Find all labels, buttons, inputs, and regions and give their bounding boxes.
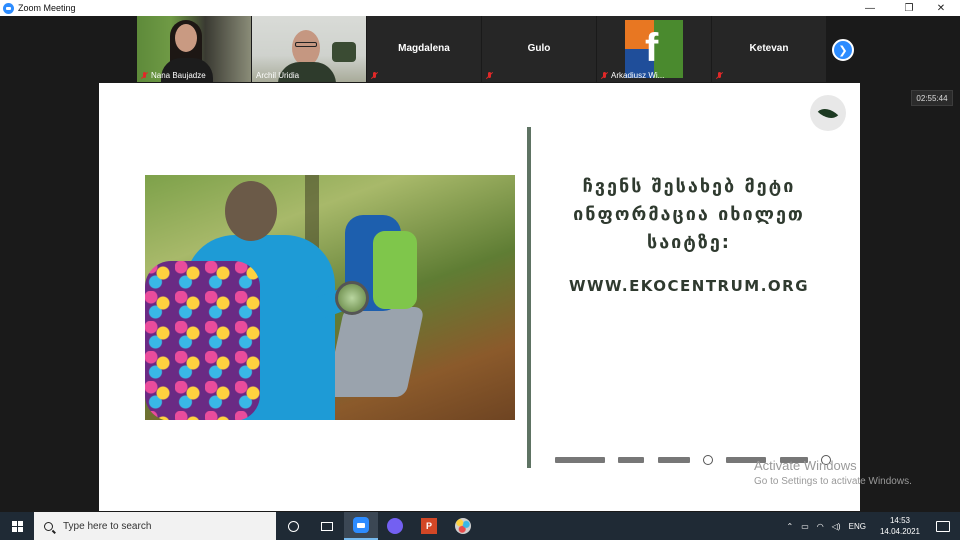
participant-name-row: Archil Uridia [256,71,299,80]
participant-name: Arkadiusz Wi... [611,71,665,80]
close-button[interactable]: ✕ [926,0,956,16]
mic-muted-icon [601,71,608,80]
leaf-badge [810,95,846,131]
wifi-icon[interactable]: ◠ [813,522,828,531]
video-face [292,30,320,66]
zoom-icon [353,517,369,533]
watermark-line-2: Go to Settings to activate Windows. [754,476,912,487]
participant-tile[interactable]: f Arkadiusz Wi... [597,16,711,82]
mic-muted-icon [141,71,148,80]
mic-muted-icon [486,72,493,80]
participant-tile[interactable]: Ketevan [712,16,826,82]
participant-tile[interactable]: Magdalena [367,16,481,82]
windows-logo-icon [11,520,23,532]
participant-tile-active-speaker[interactable]: Archil Uridia [252,16,366,82]
system-tray: ⌃ ▭ ◠ ◁) ENG 14:53 14.04.2021 [783,512,960,540]
participant-avatar-logo: f [625,20,683,78]
photo-girl-head [225,181,277,241]
viber-icon [387,518,403,534]
battery-icon[interactable]: ▭ [797,522,813,531]
participant-name-row [371,72,378,80]
slide-text-block: ჩვენს შესახებ მეტი ინფორმაცია იხილეთ საი… [539,173,839,295]
sponsor-logo [657,457,690,463]
slide-text-line-1: ჩვენს შესახებ მეტი [582,176,796,197]
taskbar-search-box[interactable]: Type here to search [34,512,276,540]
participant-name-row: Nana Baujadze [141,71,206,80]
watermark-line-1: Activate Windows [754,458,857,473]
slide-text-line-2: ინფორმაცია იხილეთ [573,204,805,225]
taskbar-zoom-app[interactable] [344,512,378,540]
video-face [175,24,197,52]
next-participants-button[interactable]: ❯ [832,39,854,61]
cortana-button[interactable] [276,512,310,540]
participant-name: Magdalena [398,43,450,54]
slide-website-url: WWW.EKOCENTRUM.ORG [568,277,810,295]
window-titlebar: Zoom Meeting — ❐ ✕ [0,0,960,16]
paint-icon [455,518,471,534]
participant-name: Ketevan [749,43,789,54]
zoom-app-icon [3,2,14,14]
window-title: Zoom Meeting [18,3,76,13]
input-language[interactable]: ENG [845,522,870,531]
taskbar-paint-app[interactable] [446,512,480,540]
children-exploring-photo [145,175,515,420]
mic-muted-icon [371,72,378,80]
sponsor-logo [702,455,713,465]
leaf-icon [817,102,839,124]
participant-name: Archil Uridia [256,71,300,80]
mic-muted-icon [716,72,723,80]
participant-name-row [716,72,723,80]
clock-date: 14.04.2021 [879,527,920,536]
video-glasses [295,42,317,47]
participant-name-row: Arkadiusz Wi... [601,71,664,80]
participant-strip: Nana Baujadze Archil Uridia Magdalena Gu… [137,16,827,82]
photo-child-backpack [373,231,417,309]
participant-name: Nana Baujadze [151,71,206,80]
powerpoint-icon: P [421,518,437,534]
video-background-plant [332,42,356,62]
sponsor-logo [618,457,645,463]
task-view-button[interactable] [310,512,344,540]
taskbar-clock[interactable]: 14:53 14.04.2021 [870,515,930,537]
show-hidden-icons-chevron-up-icon[interactable]: ⌃ [783,522,798,531]
restore-button[interactable]: ❐ [894,0,924,16]
slide-text-line-3: საიტზე: [646,232,732,253]
minimize-button[interactable]: — [855,0,885,16]
magnifying-glass-icon [335,281,369,315]
participant-tile[interactable]: Gulo [482,16,596,82]
windows-taskbar: Type here to search P ⌃ ▭ ◠ ◁) ENG 14:53… [0,512,960,540]
taskbar-powerpoint-app[interactable]: P [412,512,446,540]
shared-screen-slide: ჩვენს შესახებ მეტი ინფორმაცია იხილეთ საი… [99,83,860,511]
sponsor-logo [555,457,605,463]
participant-name-row [486,72,493,80]
clock-time: 14:53 [889,516,910,525]
search-icon [44,521,53,531]
activate-windows-watermark: Activate Windows Go to Settings to activ… [754,458,912,487]
search-placeholder: Type here to search [63,520,152,532]
volume-icon[interactable]: ◁) [828,522,845,531]
taskbar-viber-app[interactable] [378,512,412,540]
participant-name: Gulo [527,43,551,54]
participant-tile[interactable]: Nana Baujadze [137,16,251,82]
photo-girl-backpack [145,261,260,420]
logo-letter: f [645,26,659,70]
photo-child-legs [325,307,425,397]
meeting-timer: 02:55:44 [911,90,953,106]
slide-divider [527,127,531,468]
notifications-icon[interactable] [936,520,950,532]
cortana-icon [287,520,299,532]
start-button[interactable] [0,512,34,540]
meeting-stage: Nana Baujadze Archil Uridia Magdalena Gu… [0,16,960,512]
logo-quadrant [654,20,683,49]
task-view-icon [321,521,333,531]
